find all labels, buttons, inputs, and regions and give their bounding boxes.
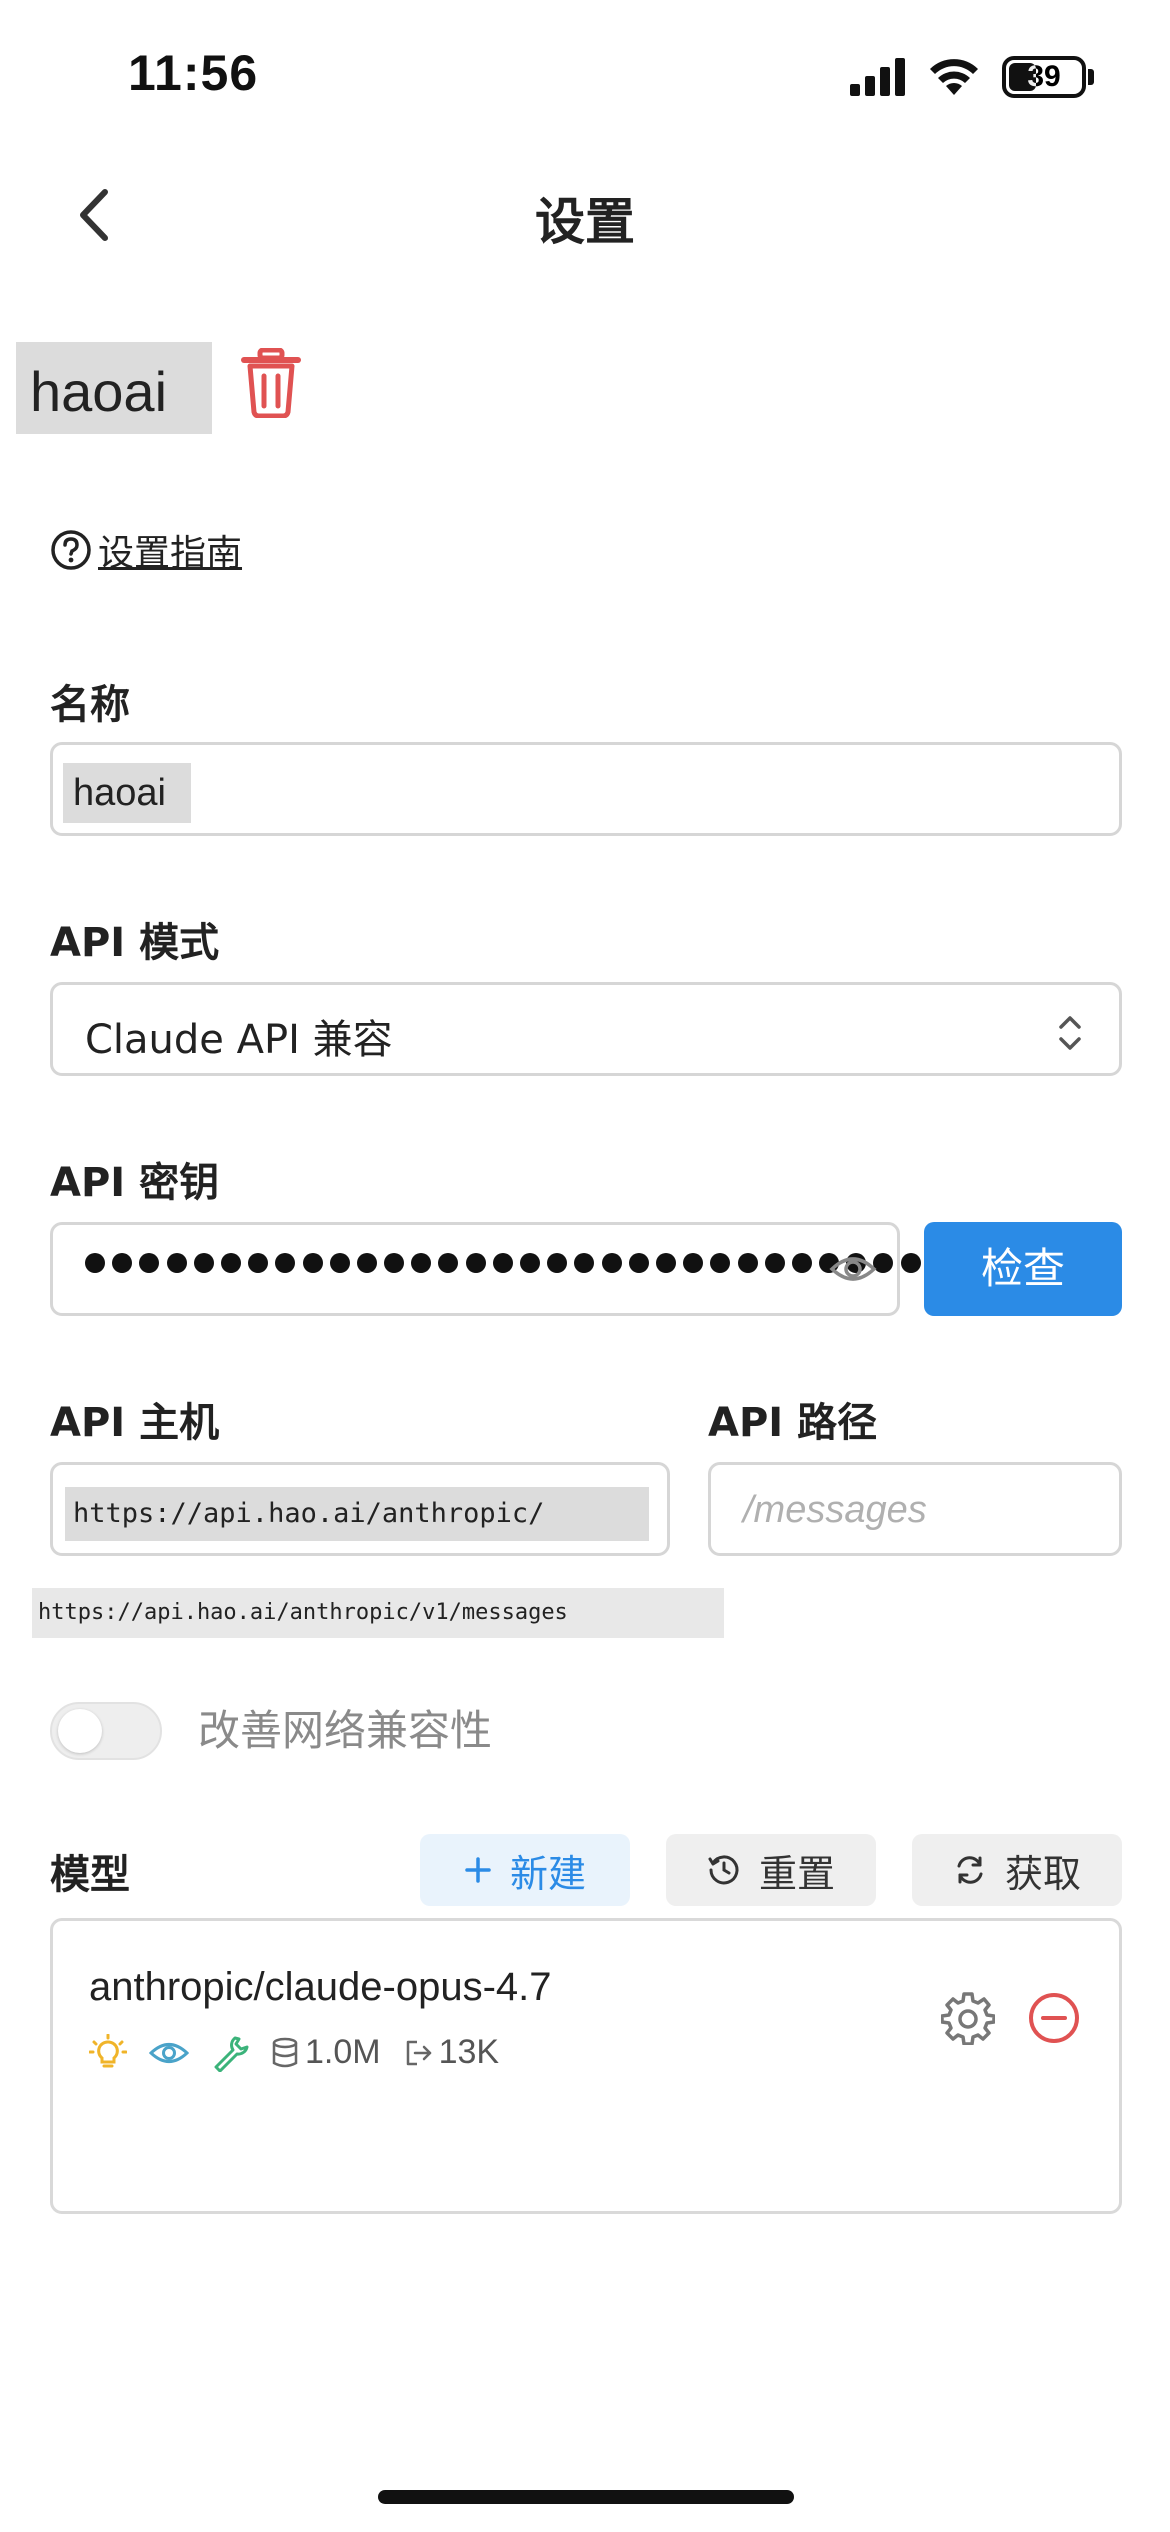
mask-dot bbox=[683, 1253, 704, 1273]
home-indicator bbox=[378, 2490, 794, 2504]
api-mode-value: Claude API 兼容 bbox=[85, 1017, 393, 1063]
mask-dot bbox=[85, 1253, 105, 1273]
delete-provider-button[interactable] bbox=[240, 347, 302, 419]
setup-guide-link[interactable]: 设置指南 bbox=[50, 524, 242, 576]
api-key-masked-value bbox=[85, 1253, 921, 1273]
api-path-label: API 路径 bbox=[708, 1400, 878, 1446]
api-mode-select[interactable]: Claude API 兼容 bbox=[50, 982, 1122, 1076]
output-arrow-icon bbox=[406, 2040, 431, 2065]
history-icon bbox=[708, 1855, 739, 1885]
api-path-placeholder: /messages bbox=[743, 1489, 927, 1531]
reset-models-label: 重置 bbox=[758, 1851, 835, 1896]
api-host-value: https://api.hao.ai/anthropic/ bbox=[65, 1487, 649, 1541]
network-compat-toggle[interactable] bbox=[50, 1702, 162, 1760]
mask-dot bbox=[601, 1253, 622, 1273]
mask-dot bbox=[465, 1253, 486, 1273]
chevron-up-down-icon bbox=[1059, 1016, 1081, 1050]
mask-dot bbox=[411, 1253, 432, 1273]
mask-dot bbox=[139, 1253, 160, 1273]
gear-icon bbox=[940, 1992, 996, 2046]
reset-models-button[interactable]: 重置 bbox=[666, 1834, 876, 1906]
mask-dot bbox=[547, 1253, 568, 1273]
battery-level: 39 bbox=[1027, 60, 1061, 93]
api-key-label: API 密钥 bbox=[50, 1160, 220, 1206]
status-time: 11:56 bbox=[128, 45, 259, 101]
max-output-value: 13K bbox=[438, 2033, 500, 2071]
mask-dot bbox=[791, 1253, 812, 1273]
api-mode-label: API 模式 bbox=[50, 920, 220, 966]
mask-dot bbox=[166, 1253, 187, 1273]
remove-model-button[interactable] bbox=[1027, 1991, 1081, 2049]
setup-guide-label: 设置指南 bbox=[98, 533, 243, 574]
reasoning-bulb-icon bbox=[89, 2033, 127, 2067]
eye-icon[interactable] bbox=[829, 1251, 877, 1287]
api-host-label: API 主机 bbox=[50, 1400, 220, 1446]
api-key-input[interactable] bbox=[50, 1222, 921, 1316]
mask-dot bbox=[193, 1253, 214, 1273]
mask-dot bbox=[112, 1253, 133, 1273]
help-circle-icon bbox=[51, 530, 91, 570]
fetch-models-button[interactable]: 获取 bbox=[912, 1834, 1122, 1906]
context-window-value: 1.0M bbox=[305, 2033, 381, 2071]
battery-icon: 39 bbox=[1002, 56, 1086, 98]
trash-icon bbox=[241, 347, 301, 419]
wifi-icon bbox=[930, 59, 978, 95]
provider-name[interactable]: haoai bbox=[16, 342, 212, 434]
max-output: 13K bbox=[403, 2033, 500, 2072]
name-value: haoai bbox=[63, 763, 191, 823]
mask-dot bbox=[329, 1253, 350, 1273]
mask-dot bbox=[302, 1253, 323, 1273]
mask-dot bbox=[900, 1253, 921, 1273]
mask-dot bbox=[655, 1253, 676, 1273]
tool-wrench-icon bbox=[214, 2036, 249, 2072]
mask-dot bbox=[737, 1253, 758, 1273]
mask-dot bbox=[384, 1253, 405, 1273]
toggle-knob bbox=[58, 1709, 102, 1753]
minus-circle-icon bbox=[1029, 1993, 1079, 2043]
mask-dot bbox=[520, 1253, 540, 1273]
mask-dot bbox=[628, 1253, 649, 1273]
status-icons: 39 bbox=[850, 56, 1094, 98]
page-title: 设置 bbox=[535, 193, 635, 251]
new-model-button[interactable]: 新建 bbox=[420, 1834, 630, 1906]
models-label: 模型 bbox=[50, 1852, 130, 1898]
mask-dot bbox=[275, 1253, 296, 1273]
mask-dot bbox=[492, 1253, 513, 1273]
mask-dot bbox=[356, 1253, 377, 1273]
api-path-input[interactable]: /messages bbox=[708, 1462, 1122, 1556]
mask-dot bbox=[710, 1253, 731, 1273]
model-name: anthropic/claude-opus-4.7 bbox=[89, 1965, 552, 2009]
refresh-icon bbox=[957, 1856, 983, 1884]
mask-dot bbox=[248, 1253, 269, 1273]
mask-dot bbox=[220, 1253, 241, 1273]
name-input[interactable]: haoai bbox=[50, 742, 1122, 836]
network-compat-label: 改善网络兼容性 bbox=[198, 1706, 493, 1755]
mask-dot bbox=[438, 1253, 459, 1273]
check-key-button[interactable]: 检查 bbox=[924, 1222, 1122, 1316]
request-url-preview: https://api.hao.ai/anthropic/v1/messages bbox=[32, 1588, 724, 1638]
mask-dot bbox=[764, 1253, 785, 1273]
context-window: 1.0M bbox=[271, 2033, 381, 2072]
model-capabilities: 1.0M 13K bbox=[89, 2033, 499, 2072]
database-icon bbox=[272, 2037, 298, 2067]
model-settings-button[interactable] bbox=[940, 1991, 996, 2049]
name-label: 名称 bbox=[50, 682, 130, 728]
fetch-models-label: 获取 bbox=[1004, 1851, 1081, 1896]
mask-dot bbox=[574, 1253, 595, 1273]
new-model-label: 新建 bbox=[509, 1851, 586, 1896]
model-list: anthropic/claude-opus-4.7 1.0M 13K bbox=[50, 1918, 1122, 2214]
vision-eye-icon bbox=[149, 2042, 189, 2063]
plus-icon bbox=[465, 1857, 491, 1883]
api-host-input[interactable]: https://api.hao.ai/anthropic/ bbox=[50, 1462, 670, 1556]
cellular-signal-icon bbox=[850, 58, 905, 96]
